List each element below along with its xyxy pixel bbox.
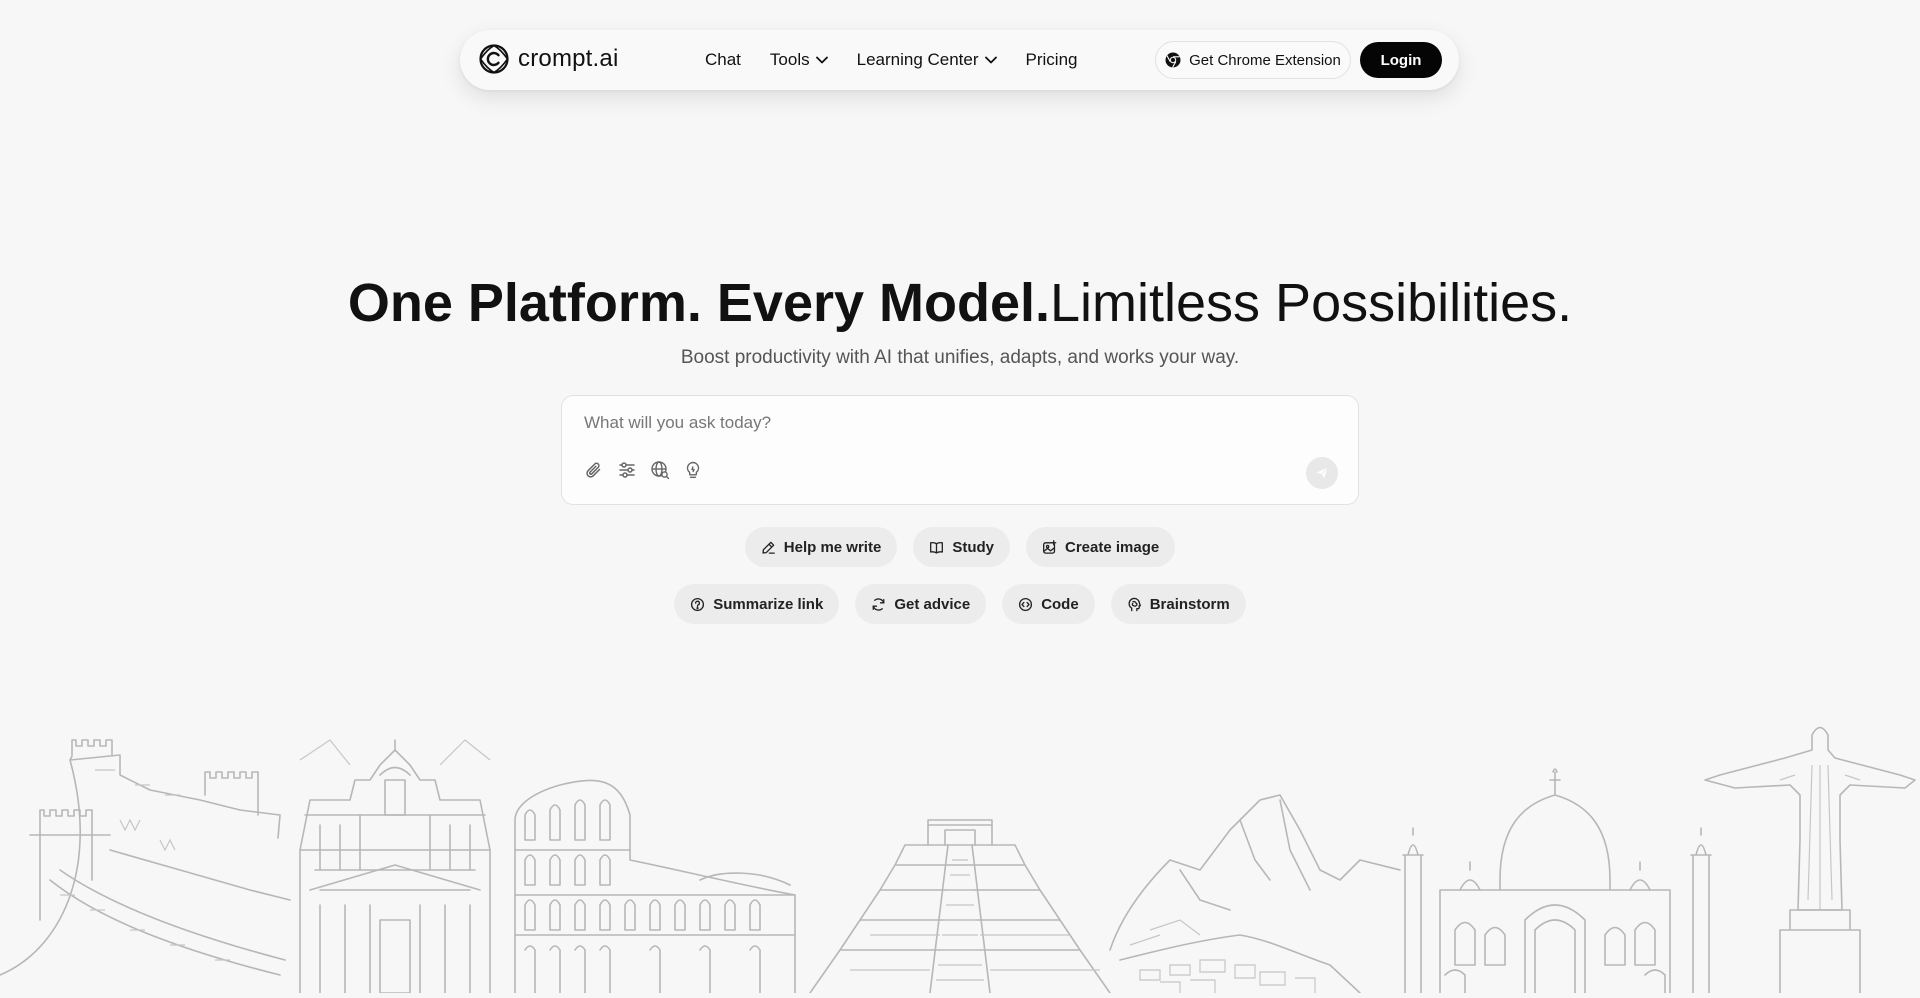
- brand-name: crompt.ai: [518, 45, 619, 72]
- chat-input[interactable]: [582, 410, 1286, 436]
- lightbulb-icon[interactable]: [681, 458, 705, 482]
- chip-label: Help me write: [783, 538, 882, 556]
- send-button[interactable]: [1306, 457, 1338, 489]
- nav-link-label: Tools: [769, 50, 810, 69]
- get-chrome-extension-button[interactable]: Get Chrome Extension: [1155, 41, 1351, 79]
- chrome-icon: [1165, 52, 1181, 68]
- nav-link-label: Pricing: [1025, 50, 1078, 69]
- colosseum-drawing: [514, 779, 796, 994]
- image-icon: [1043, 539, 1057, 554]
- pencil-icon: [762, 541, 775, 554]
- petra-drawing: [299, 739, 491, 994]
- hero-subtitle: Boost productivity with AI that unifies,…: [680, 347, 1240, 368]
- crompt-logo-icon: [479, 44, 509, 74]
- paperclip-icon[interactable]: [582, 458, 606, 482]
- chip-label: Summarize link: [713, 595, 824, 613]
- chip-label: Study: [952, 538, 994, 556]
- brand-logo[interactable]: crompt.ai: [478, 43, 619, 75]
- nav-link-tools[interactable]: Tools: [770, 50, 828, 70]
- chip-label: Brainstorm: [1149, 595, 1230, 613]
- suggestion-row-2: Summarize link Get advice Code Brainstor…: [0, 584, 1920, 624]
- landmarks-illustration: [0, 720, 1920, 994]
- login-button[interactable]: Login: [1360, 42, 1442, 78]
- nav-link-label: Learning Center: [856, 50, 979, 69]
- composer-tools: [582, 458, 714, 482]
- book-icon: [930, 541, 944, 554]
- top-navbar: crompt.ai Chat Tools Learning Center Pri…: [460, 30, 1459, 90]
- hero-title: One Platform. Every Model.Limitless Poss…: [0, 268, 1920, 338]
- code-icon: [1019, 597, 1033, 611]
- chip-label: Create image: [1064, 538, 1160, 556]
- chevron-down-icon: [815, 56, 828, 64]
- nav-link-pricing[interactable]: Pricing: [1026, 50, 1078, 70]
- chat-composer: [561, 395, 1359, 505]
- suggestion-row-1: Help me write Study Create image: [0, 527, 1920, 567]
- chrome-extension-label: Get Chrome Extension: [1189, 51, 1341, 69]
- advice-icon: [872, 597, 885, 611]
- chip-study[interactable]: Study: [913, 527, 1010, 567]
- chip-label: Get advice: [894, 595, 971, 613]
- chip-label: Code: [1041, 595, 1079, 613]
- chevron-down-icon: [984, 56, 997, 64]
- nav-links: Chat Tools Learning Center Pricing: [705, 30, 1107, 90]
- chip-create-image[interactable]: Create image: [1025, 527, 1176, 567]
- nav-link-label: Chat: [705, 50, 741, 69]
- chip-get-advice[interactable]: Get advice: [855, 584, 987, 624]
- chip-summarize-link[interactable]: Summarize link: [674, 584, 840, 624]
- christ-the-redeemer-drawing: [1704, 726, 1916, 994]
- nav-link-learning-center[interactable]: Learning Center: [857, 50, 997, 70]
- hero-title-light: Limitless Possibilities.: [1050, 273, 1573, 333]
- brain-icon: [1128, 597, 1141, 611]
- chip-brainstorm[interactable]: Brainstorm: [1110, 584, 1246, 624]
- chip-help-me-write[interactable]: Help me write: [744, 527, 898, 567]
- web-search-icon[interactable]: [648, 458, 672, 482]
- taj-mahal-drawing: [1402, 768, 1712, 994]
- chip-code[interactable]: Code: [1002, 584, 1095, 624]
- nav-link-chat[interactable]: Chat: [705, 50, 741, 70]
- great-wall-drawing: [0, 739, 291, 976]
- summarize-icon: [691, 597, 705, 611]
- sliders-icon[interactable]: [615, 458, 639, 482]
- machu-picchu-drawing: [1109, 794, 1401, 994]
- chichen-itza-drawing: [809, 819, 1111, 994]
- hero-title-bold: One Platform. Every Model.: [347, 273, 1051, 333]
- send-icon: [1316, 467, 1328, 479]
